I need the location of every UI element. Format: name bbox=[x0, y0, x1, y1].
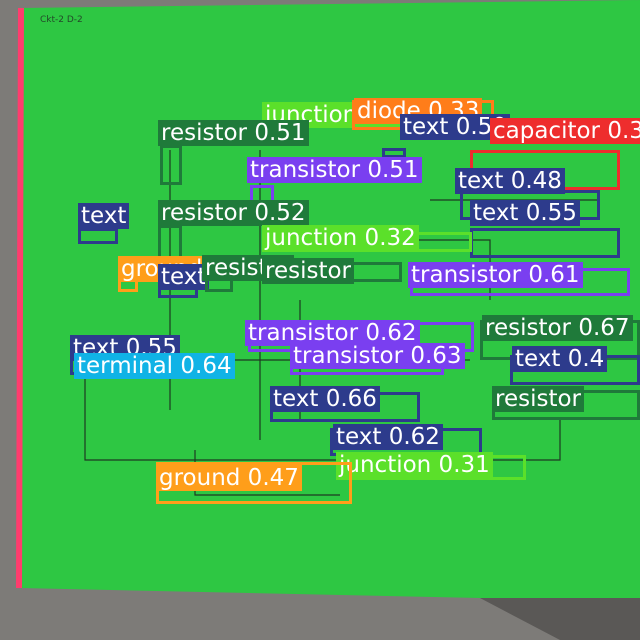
detection-label-resistor: resistor 0.51 bbox=[158, 120, 309, 146]
detection-label-capacitor: capacitor 0.38 bbox=[490, 118, 640, 144]
detection-label-transistor: transistor 0.51 bbox=[247, 157, 422, 183]
corner-note: Ckt-2 D-2 bbox=[40, 15, 83, 25]
detection-box-text bbox=[78, 228, 118, 244]
detection-label-text: text 0.55 bbox=[470, 200, 580, 226]
detection-label-transistor: transistor 0.63 bbox=[290, 343, 465, 369]
detection-label-text: text 0.4 bbox=[512, 346, 608, 372]
detection-label-resistor: resistor 0.52 bbox=[158, 200, 309, 226]
detection-label-resistor: resistor bbox=[262, 258, 355, 284]
detection-label-junction: junction 0.31 bbox=[336, 452, 493, 478]
detection-label-text: text 0.62 bbox=[333, 424, 443, 450]
detection-label-transistor: transistor 0.61 bbox=[408, 262, 583, 288]
detection-label-text: text bbox=[78, 203, 130, 229]
detection-label-text: text 0.66 bbox=[270, 386, 380, 412]
detection-label-resistor: resistor bbox=[492, 386, 585, 412]
detection-label-junction: junction 0.32 bbox=[262, 225, 419, 251]
detection-box-resistor bbox=[160, 145, 182, 185]
detection-label-ground: ground 0.47 bbox=[156, 465, 302, 491]
detection-label-text: text 0.48 bbox=[455, 168, 565, 194]
detection-box-text bbox=[470, 228, 620, 258]
detection-label-terminal: terminal 0.64 bbox=[74, 353, 235, 379]
detection-label-resistor: resistor 0.67 bbox=[482, 315, 633, 341]
